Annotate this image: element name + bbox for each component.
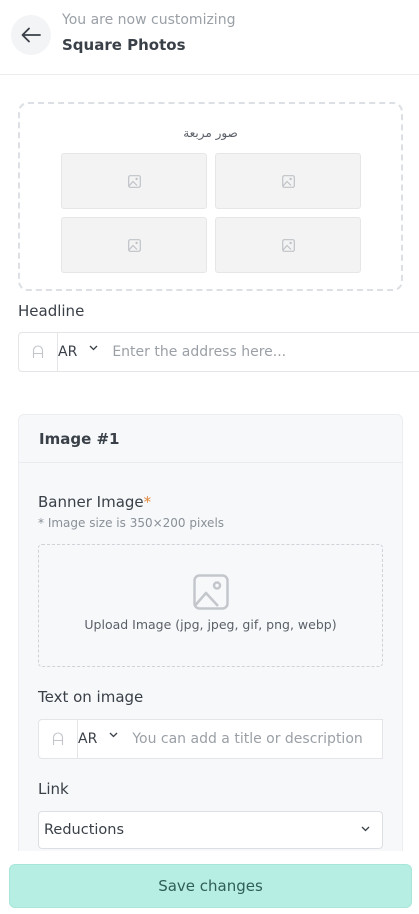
image-placeholder-icon bbox=[281, 174, 295, 188]
image-placeholder-icon bbox=[127, 174, 141, 188]
header-bar: You are now customizing Square Photos bbox=[0, 0, 419, 75]
headline-input-group: AR bbox=[58, 332, 419, 372]
banner-image-label: Banner Image* bbox=[38, 493, 151, 511]
headline-label: Headline bbox=[18, 302, 85, 320]
link-select-value: Reductions bbox=[44, 822, 125, 838]
preview-tile bbox=[61, 153, 207, 209]
image-placeholder-icon bbox=[127, 238, 141, 252]
arrow-left-icon bbox=[21, 27, 41, 43]
panel-title: Image #1 bbox=[39, 430, 120, 448]
panel-header: Image #1 bbox=[19, 415, 402, 463]
upload-instructions: Upload Image (jpg, jpeg, gif, png, webp) bbox=[84, 617, 337, 632]
banner-image-label-text: Banner Image bbox=[38, 493, 144, 511]
text-on-image-field: AR bbox=[38, 719, 383, 759]
headline-field: AR bbox=[18, 332, 419, 372]
image-placeholder-icon bbox=[281, 238, 295, 252]
back-button[interactable] bbox=[11, 15, 51, 55]
preview-title: صور مربعة bbox=[183, 126, 238, 140]
save-changes-button[interactable]: Save changes bbox=[9, 864, 412, 908]
preview-tile bbox=[215, 217, 361, 273]
chevron-down-icon bbox=[361, 826, 370, 832]
text-input-group: AR bbox=[78, 719, 383, 759]
language-select[interactable]: AR bbox=[58, 344, 77, 360]
required-mark: * bbox=[143, 493, 152, 511]
chevron-down-icon bbox=[109, 732, 118, 738]
headline-input[interactable] bbox=[112, 344, 419, 360]
link-label: Link bbox=[38, 780, 69, 798]
image-size-hint: * Image size is 350×200 pixels bbox=[38, 516, 225, 530]
preview-tile bbox=[215, 153, 361, 209]
letter-a-icon bbox=[32, 345, 44, 358]
link-select[interactable]: Reductions bbox=[38, 811, 383, 849]
translate-icon[interactable] bbox=[38, 719, 78, 759]
image-upload-icon bbox=[193, 574, 229, 610]
square-photos-preview: صور مربعة bbox=[18, 102, 403, 291]
page-title: Square Photos bbox=[62, 36, 186, 54]
footer-bar: Save changes bbox=[0, 851, 419, 914]
language-select[interactable]: AR bbox=[78, 731, 97, 747]
translate-icon[interactable] bbox=[18, 332, 58, 372]
text-on-image-input[interactable] bbox=[132, 731, 382, 747]
letter-a-icon bbox=[52, 732, 64, 745]
text-on-image-label: Text on image bbox=[38, 688, 144, 706]
image-upload-dropzone[interactable]: Upload Image (jpg, jpeg, gif, png, webp) bbox=[38, 544, 383, 667]
preview-tile bbox=[61, 217, 207, 273]
chevron-down-icon bbox=[89, 345, 98, 351]
header-subtitle: You are now customizing bbox=[62, 12, 236, 28]
